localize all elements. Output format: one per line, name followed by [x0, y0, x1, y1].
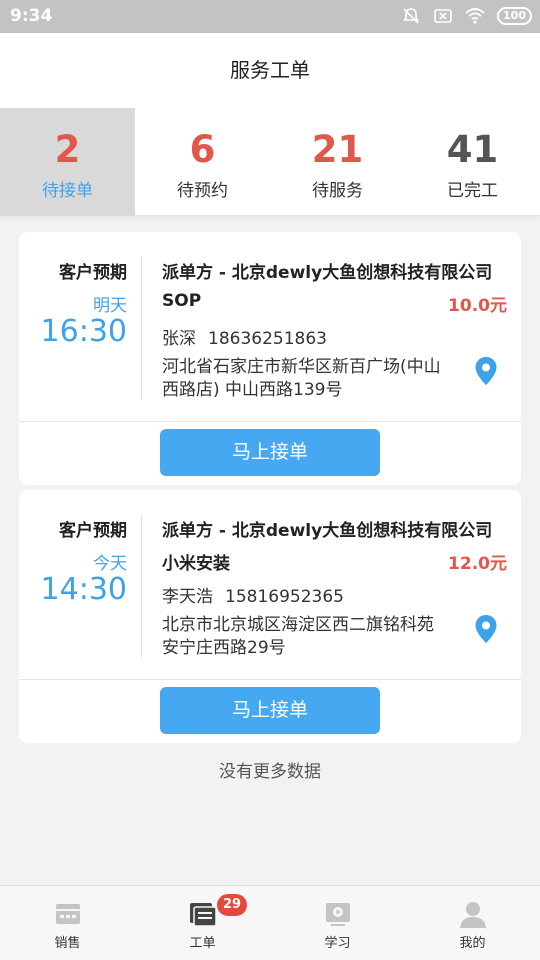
- dispatcher-name: 派单方 - 北京dewly大鱼创想科技有限公司: [162, 263, 493, 283]
- order-card[interactable]: 客户预期 明天 16:30 派单方 - 北京dewly大鱼创想科技有限公司 SO…: [19, 232, 521, 485]
- contact-phone[interactable]: 15816952365: [225, 587, 344, 607]
- order-price: 10.0元: [448, 296, 507, 316]
- nav-label: 学习: [324, 936, 351, 951]
- nav-label: 工单: [189, 936, 216, 951]
- contact-phone[interactable]: 18636251863: [208, 329, 327, 349]
- title-bar: 服务工单: [0, 33, 540, 108]
- tab-pending-service[interactable]: 21 待服务: [270, 108, 405, 216]
- location-pin-icon[interactable]: [474, 614, 498, 644]
- nav-item-learning[interactable]: 学习: [270, 886, 405, 960]
- expect-day: 明天: [93, 296, 127, 316]
- tab-label: 待服务: [312, 181, 363, 201]
- location-pin-icon[interactable]: [474, 356, 498, 386]
- nav-item-profile[interactable]: 我的: [405, 886, 540, 960]
- order-address: 河北省石家庄市新华区新百广场(中山西路店) 中山西路139号: [162, 357, 441, 400]
- expect-day: 今天: [93, 554, 127, 574]
- nav-label: 我的: [459, 936, 486, 951]
- service-type: 小米安装: [162, 554, 230, 574]
- accept-order-button[interactable]: 马上接单: [160, 429, 380, 476]
- accept-order-button[interactable]: 马上接单: [160, 687, 380, 734]
- expect-time: 16:30: [40, 314, 127, 349]
- tab-label: 已完工: [447, 181, 498, 201]
- tab-count: 41: [446, 128, 499, 171]
- order-status-tabs: 2 待接单 6 待预约 21 待服务 41 已完工: [0, 108, 540, 216]
- learning-icon: [326, 903, 350, 926]
- contact-name: 张深: [162, 329, 196, 349]
- order-price: 12.0元: [448, 554, 507, 574]
- bottom-nav: 销售 29 工单 学习 我的: [0, 885, 540, 960]
- tab-count: 6: [189, 128, 216, 171]
- divider: [141, 514, 142, 658]
- status-bar: 9:34 100: [0, 0, 540, 33]
- tab-pending-appointment[interactable]: 6 待预约: [135, 108, 270, 216]
- contact-info: 张深 18636251863: [162, 324, 327, 349]
- tab-label: 待预约: [177, 181, 228, 201]
- expect-label: 客户预期: [59, 263, 127, 283]
- no-more-data-text: 没有更多数据: [219, 762, 321, 782]
- contact-name: 李天浩: [162, 587, 213, 607]
- workorder-count-badge: 29: [217, 894, 248, 916]
- tab-count: 21: [311, 128, 364, 171]
- tab-count: 2: [54, 128, 81, 171]
- contact-info: 李天浩 15816952365: [162, 582, 344, 607]
- nav-item-workorder[interactable]: 29 工单: [135, 886, 270, 960]
- expect-time: 14:30: [40, 572, 127, 607]
- divider: [19, 679, 521, 680]
- dispatcher-name: 派单方 - 北京dewly大鱼创想科技有限公司: [162, 521, 493, 541]
- tab-pending-accept[interactable]: 2 待接单: [0, 108, 135, 216]
- no-sim-icon: [434, 9, 452, 23]
- divider: [19, 421, 521, 422]
- nav-item-sales[interactable]: 销售: [0, 886, 135, 960]
- tab-label: 待接单: [42, 181, 93, 201]
- profile-icon: [460, 902, 486, 928]
- status-icons: 100: [401, 6, 532, 26]
- expect-label: 客户预期: [59, 521, 127, 541]
- status-time: 9:34: [10, 6, 53, 26]
- nav-label: 销售: [54, 936, 81, 951]
- order-expect-block: 客户预期 今天 14:30: [19, 490, 141, 660]
- order-expect-block: 客户预期 明天 16:30: [19, 232, 141, 402]
- divider: [141, 256, 142, 400]
- sales-icon: [56, 904, 80, 924]
- workorder-icon: [190, 903, 217, 927]
- page-title: 服务工单: [230, 58, 310, 82]
- order-address: 北京市北京城区海淀区西二旗铭科苑 安宁庄西路29号: [162, 615, 434, 658]
- wifi-icon: [465, 8, 485, 24]
- battery-icon: 100: [497, 7, 532, 25]
- service-type: SOP: [162, 291, 202, 311]
- mute-bell-icon: [402, 8, 420, 24]
- tab-completed[interactable]: 41 已完工: [405, 108, 540, 216]
- order-card[interactable]: 客户预期 今天 14:30 派单方 - 北京dewly大鱼创想科技有限公司 小米…: [19, 490, 521, 743]
